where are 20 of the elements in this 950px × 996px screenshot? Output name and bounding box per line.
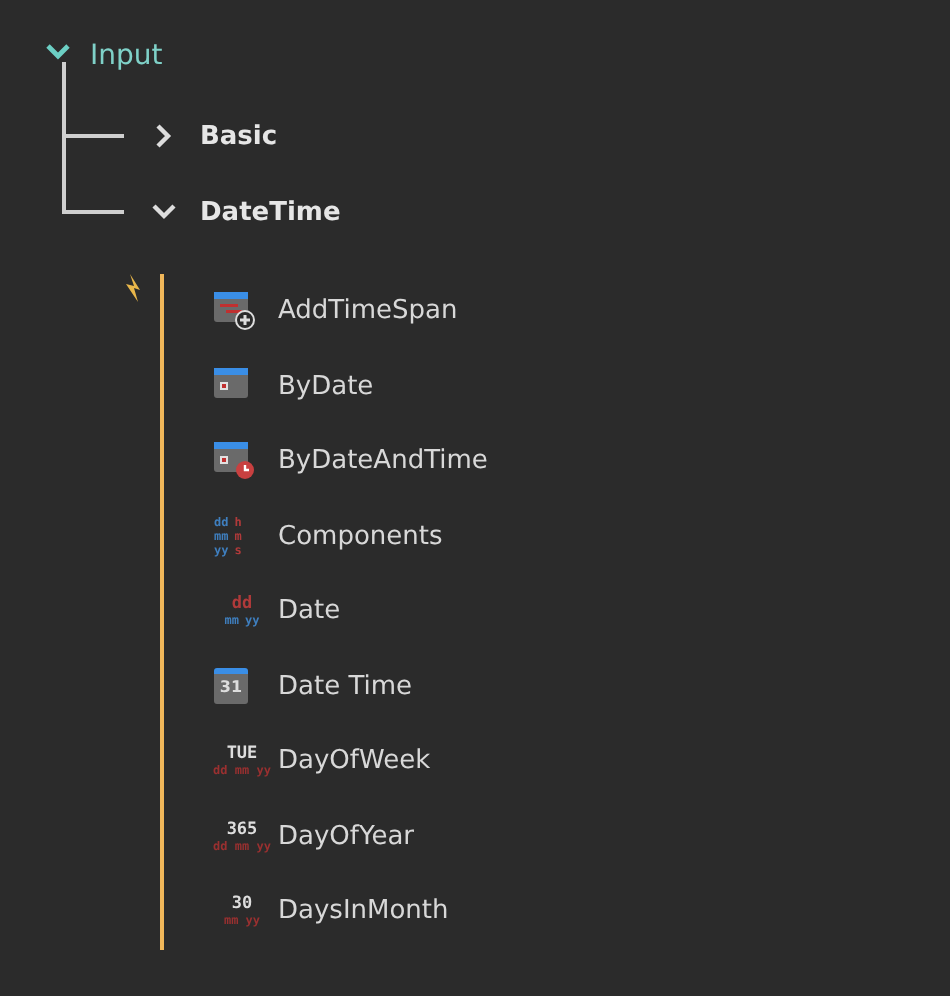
calendar-plus-icon <box>214 292 256 331</box>
tree-item-label[interactable]: DayOfYear <box>278 821 415 852</box>
tree-item-label[interactable]: AddTimeSpan <box>278 296 458 327</box>
tree-item-label[interactable]: Date <box>278 596 341 627</box>
tree-item-label[interactable]: Basic <box>200 121 278 151</box>
tree-item-label[interactable]: DayOfWeek <box>278 746 431 777</box>
chevron-icon[interactable] <box>152 124 176 148</box>
tree-item-label[interactable]: DateTime <box>200 197 341 227</box>
tree-item-label[interactable]: DaysInMonth <box>278 896 449 927</box>
chevron-icon[interactable] <box>46 41 70 59</box>
calendar-clock-icon <box>214 442 256 481</box>
tree-line <box>62 138 124 214</box>
lightning-icon <box>124 274 142 302</box>
calendar-icon: 31 <box>214 668 248 705</box>
tree-item-label[interactable]: Components <box>278 521 443 552</box>
tree-item-label[interactable]: Date Time <box>278 671 413 702</box>
tree-item-label[interactable]: Input <box>90 40 163 72</box>
chevron-icon[interactable] <box>152 200 176 224</box>
tree-item-label[interactable]: ByDate <box>278 371 374 402</box>
tree-item-label[interactable]: ByDateAndTime <box>278 446 488 477</box>
